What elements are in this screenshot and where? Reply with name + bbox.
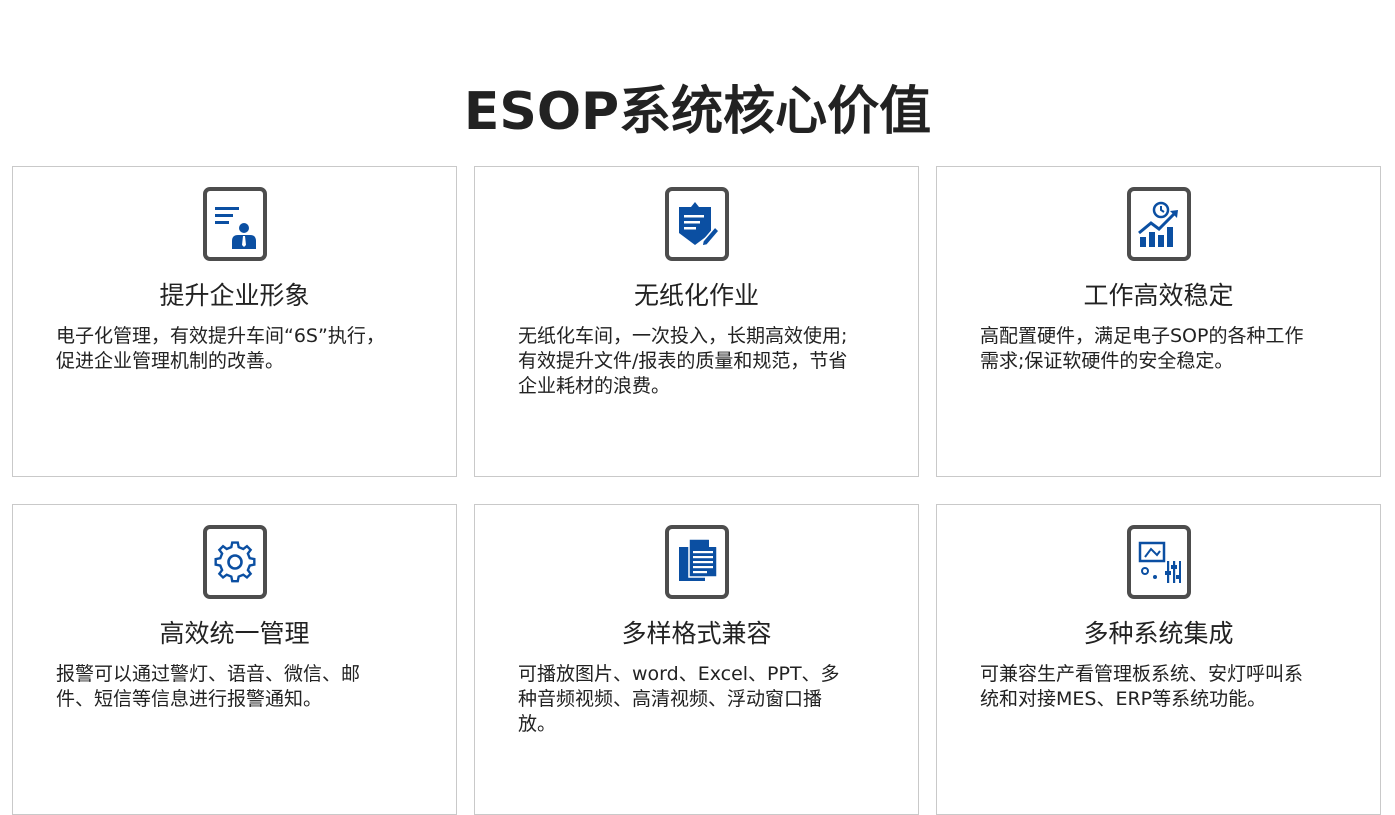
control-panel-icon [1127,525,1191,599]
card-title: 无纸化作业 [633,281,759,310]
value-card-format-compat: 多样格式兼容 可播放图片、word、Excel、PPT、多种音频视频、高清视频、… [474,504,919,815]
multi-document-icon [665,525,729,599]
page-title: ESOP系统核心价值 [463,81,932,142]
value-card-efficiency: 工作高效稳定 高配置硬件，满足电子SOP的各种工作需求;保证软硬件的安全稳定。 [936,166,1381,477]
paperless-document-icon [665,187,729,261]
card-title: 工作高效稳定 [1083,281,1234,310]
card-title: 多种系统集成 [1083,619,1234,648]
card-description: 无纸化车间，一次投入，长期高效使用;有效提升文件/报表的质量和规范，节省企业耗材… [518,325,848,397]
card-title: 高效统一管理 [159,619,310,648]
card-title: 提升企业形象 [159,281,310,310]
card-title: 多样格式兼容 [621,619,772,648]
card-description: 电子化管理，有效提升车间“6S”执行，促进企业管理机制的改善。 [56,325,385,372]
card-description: 高配置硬件，满足电子SOP的各种工作需求;保证软硬件的安全稳定。 [980,325,1304,372]
efficiency-chart-icon [1127,187,1191,261]
business-profile-icon [203,187,267,261]
card-description: 报警可以通过警灯、语音、微信、邮件、短信等信息进行报警通知。 [56,663,361,710]
card-description: 可兼容生产看管理板系统、安灯呼叫系统和对接MES、ERP等系统功能。 [980,663,1304,710]
value-card-unified-management: 高效统一管理 报警可以通过警灯、语音、微信、邮件、短信等信息进行报警通知。 [12,504,457,815]
gear-icon [203,525,267,599]
value-card-enterprise-image: 提升企业形象 电子化管理，有效提升车间“6S”执行，促进企业管理机制的改善。 [12,166,457,477]
value-card-paperless: 无纸化作业 无纸化车间，一次投入，长期高效使用;有效提升文件/报表的质量和规范，… [474,166,919,477]
card-description: 可播放图片、word、Excel、PPT、多种音频视频、高清视频、浮动窗口播放。 [518,663,840,735]
value-card-system-integration: 多种系统集成 可兼容生产看管理板系统、安灯呼叫系统和对接MES、ERP等系统功能… [936,504,1381,815]
